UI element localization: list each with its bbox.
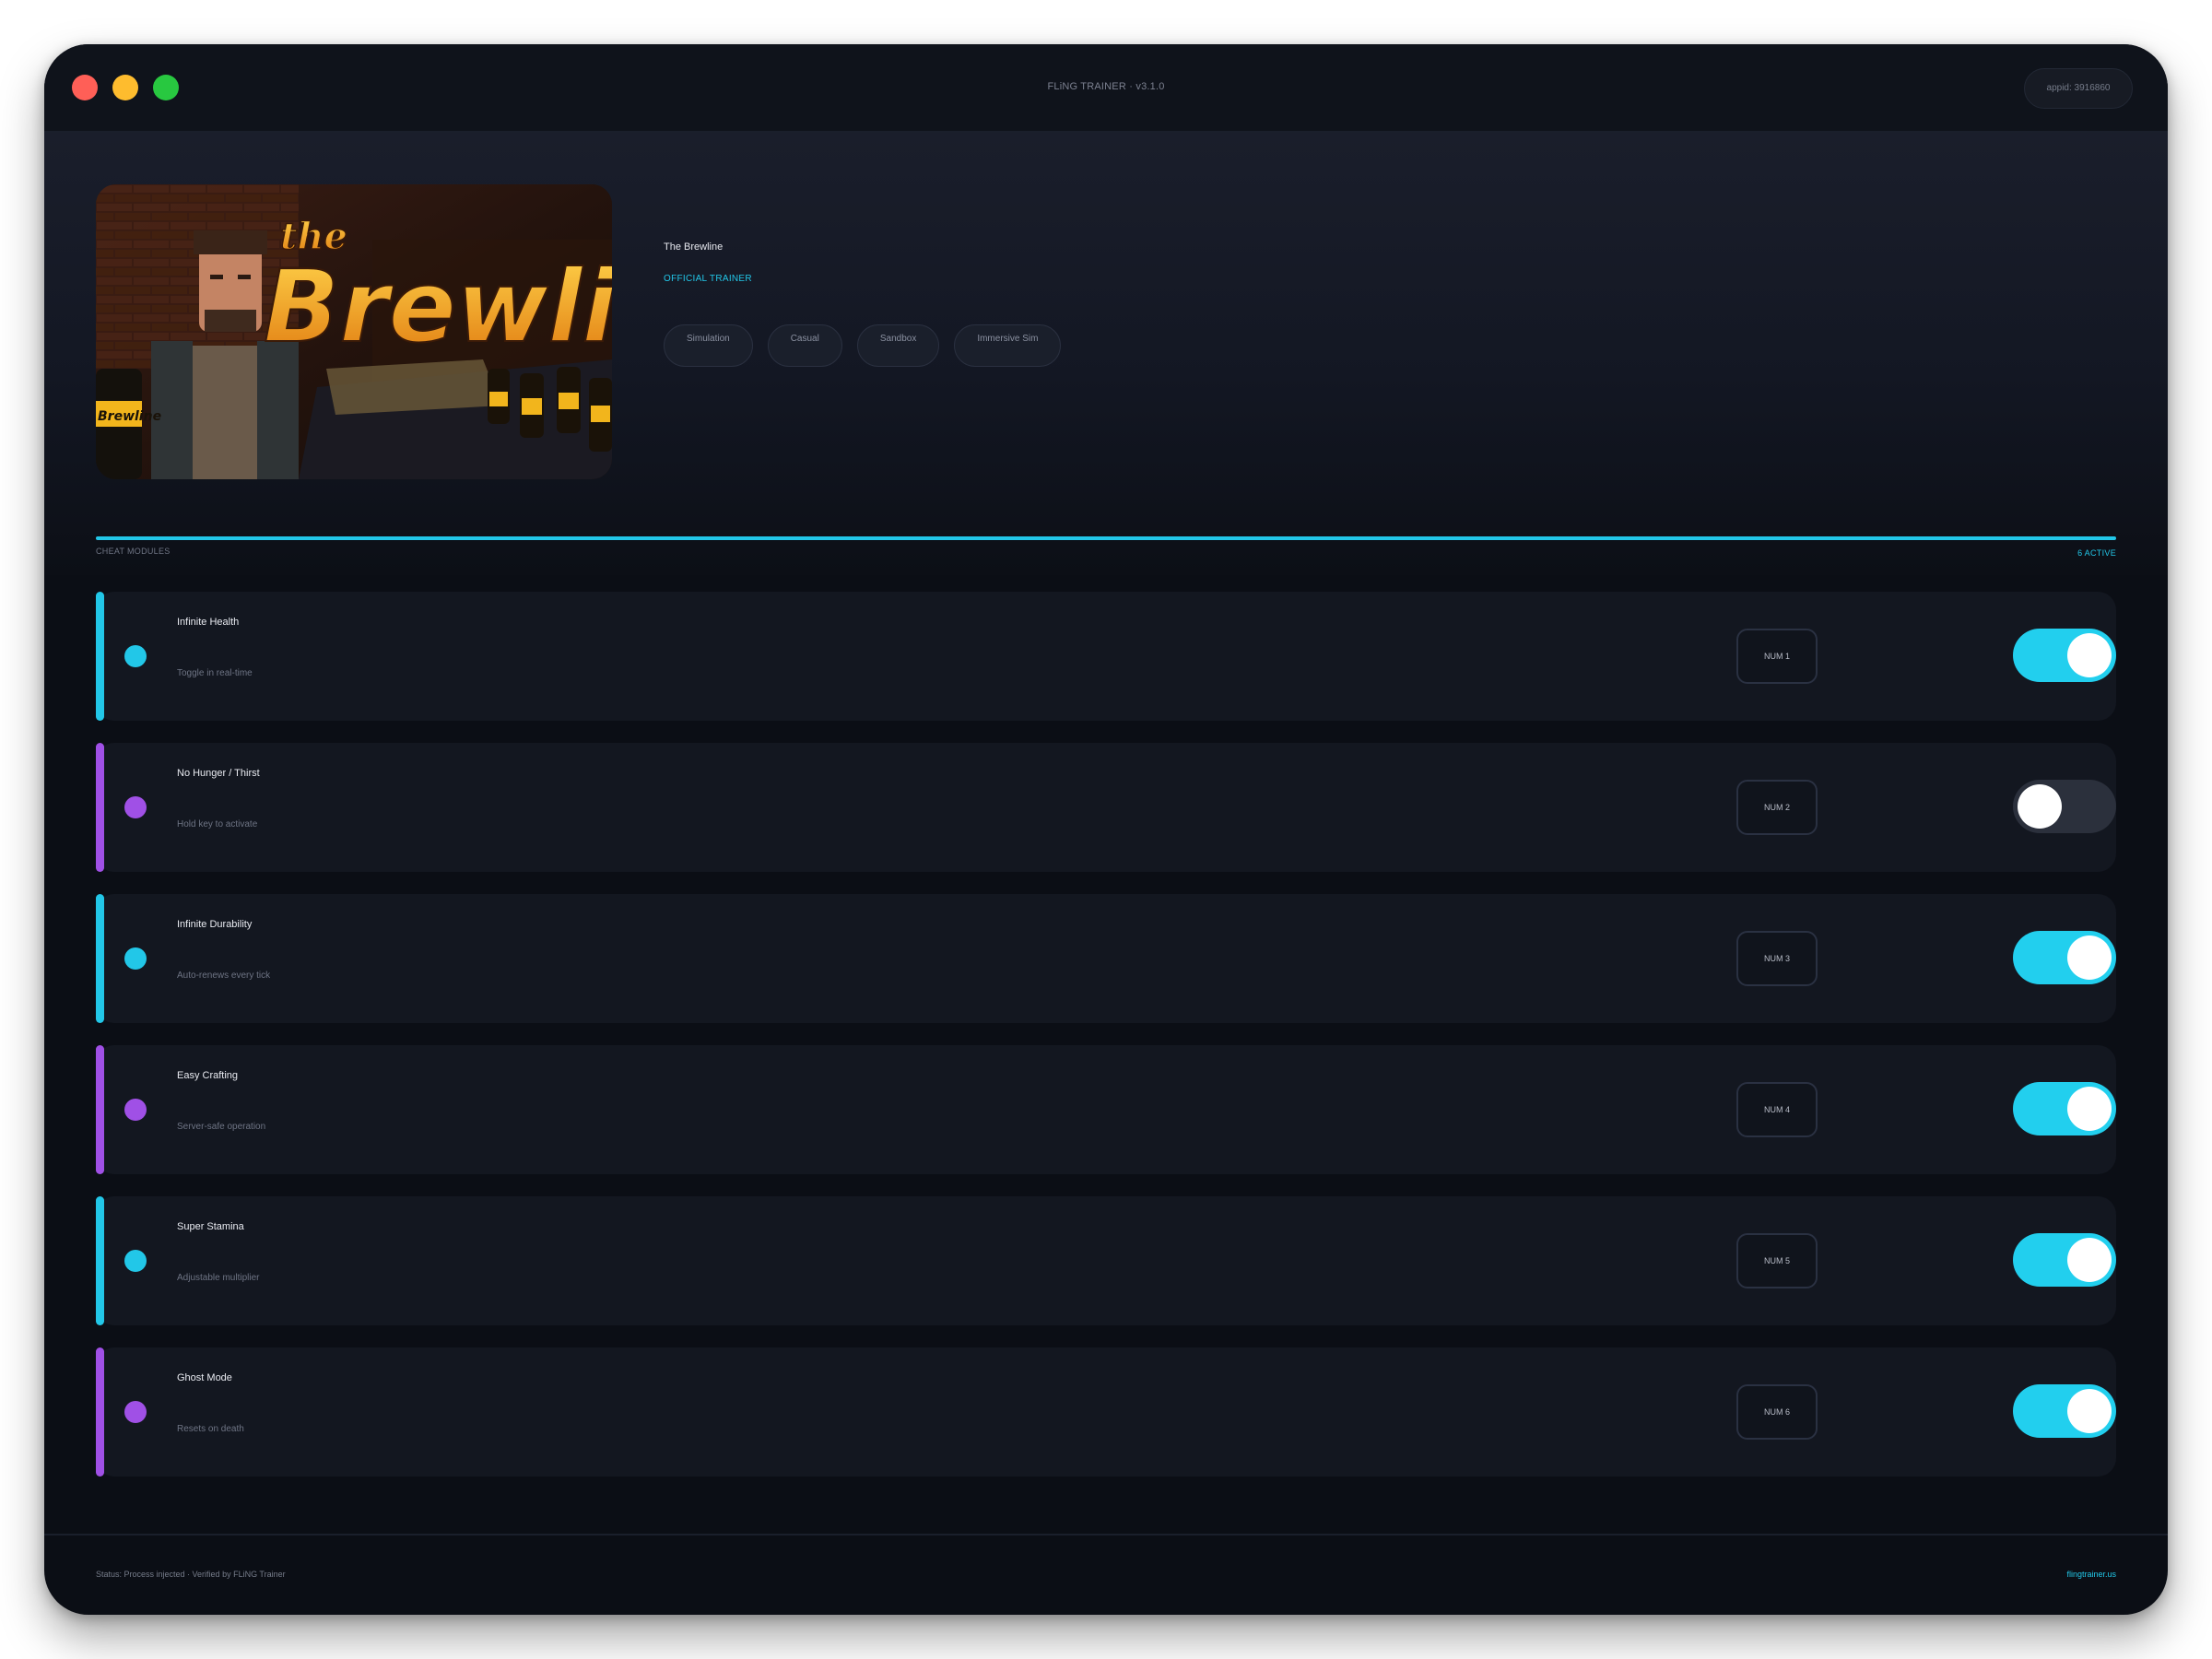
- game-cover-image: Brewline the Brewline: [96, 184, 612, 479]
- toggle-knob: [2018, 784, 2062, 829]
- hotkey-button[interactable]: NUM 6: [1736, 1384, 1818, 1440]
- trainer-window: FLiNG TRAINER · v3.1.0 appid: 3916860 Br…: [44, 44, 2168, 1615]
- cheat-toggle[interactable]: [2013, 629, 2116, 682]
- status-dot: [124, 1401, 147, 1423]
- toggle-knob: [2067, 1238, 2112, 1282]
- cheat-description: Resets on death: [177, 1424, 244, 1434]
- cheat-name: Super Stamina: [177, 1221, 244, 1232]
- cheat-description: Auto-renews every tick: [177, 971, 271, 981]
- status-text: Status: Process injected · Verified by F…: [96, 1570, 286, 1579]
- cheat-toggle[interactable]: [2013, 1082, 2116, 1135]
- tag-simulation[interactable]: Simulation: [664, 324, 753, 367]
- row-accent-bar: [96, 1196, 104, 1325]
- cheat-row-no-hunger-thirst: No Hunger / Thirst Hold key to activate …: [96, 743, 2116, 872]
- status-dot: [124, 796, 147, 818]
- cheat-list: Infinite Health Toggle in real-time NUM …: [96, 592, 2116, 1499]
- cheat-toggle[interactable]: [2013, 780, 2116, 833]
- cheat-name: Infinite Durability: [177, 919, 253, 930]
- status-footer: Status: Process injected · Verified by F…: [44, 1534, 2168, 1615]
- status-dot: [124, 1099, 147, 1121]
- tag-sandbox[interactable]: Sandbox: [856, 324, 940, 367]
- active-count: 6 ACTIVE: [2077, 548, 2116, 558]
- row-accent-bar: [96, 743, 104, 872]
- row-accent-bar: [96, 894, 104, 1023]
- cheat-row-infinite-durability: Infinite Durability Auto-renews every ti…: [96, 894, 2116, 1023]
- status-dot: [124, 947, 147, 970]
- toggle-knob: [2067, 633, 2112, 677]
- cheat-description: Hold key to activate: [177, 819, 258, 830]
- appid-badge: appid: 3916860: [2024, 68, 2133, 109]
- status-dot: [124, 1250, 147, 1272]
- hotkey-button[interactable]: NUM 1: [1736, 629, 1818, 684]
- row-accent-bar: [96, 592, 104, 721]
- hotkey-button[interactable]: NUM 2: [1736, 780, 1818, 835]
- cheat-description: Toggle in real-time: [177, 668, 253, 678]
- game-cover-art: Brewline the Brewline: [96, 184, 612, 479]
- toggle-knob: [2067, 1087, 2112, 1131]
- cheat-toggle[interactable]: [2013, 931, 2116, 984]
- title-bar: FLiNG TRAINER · v3.1.0 appid: 3916860: [44, 44, 2168, 133]
- genre-tags: Simulation Casual Sandbox Immersive Sim: [664, 324, 1062, 367]
- cheat-row-ghost-mode: Ghost Mode Resets on death NUM 6: [96, 1347, 2116, 1477]
- game-header: Brewline the Brewline The Brewline OFFIC…: [44, 133, 2168, 575]
- toggle-knob: [2067, 935, 2112, 980]
- cheat-description: Server-safe operation: [177, 1122, 266, 1132]
- official-trainer-badge: OFFICIAL TRAINER: [664, 274, 752, 284]
- cheat-description: Adjustable multiplier: [177, 1273, 260, 1283]
- toggle-knob: [2067, 1389, 2112, 1433]
- row-accent-bar: [96, 1045, 104, 1174]
- cheat-toggle[interactable]: [2013, 1233, 2116, 1287]
- section-divider: [96, 536, 2116, 540]
- cheat-name: No Hunger / Thirst: [177, 768, 260, 779]
- cheat-toggle[interactable]: [2013, 1384, 2116, 1438]
- window-title: FLiNG TRAINER · v3.1.0: [1047, 81, 1165, 92]
- svg-text:Brewline: Brewline: [98, 409, 161, 424]
- row-accent-bar: [96, 1347, 104, 1477]
- cheat-row-infinite-health: Infinite Health Toggle in real-time NUM …: [96, 592, 2116, 721]
- cheat-name: Infinite Health: [177, 617, 240, 628]
- hotkey-button[interactable]: NUM 4: [1736, 1082, 1818, 1137]
- tag-casual[interactable]: Casual: [767, 324, 842, 367]
- tag-immersive-sim[interactable]: Immersive Sim: [954, 324, 1062, 367]
- cheat-row-easy-crafting: Easy Crafting Server-safe operation NUM …: [96, 1045, 2116, 1174]
- cheat-name: Ghost Mode: [177, 1372, 232, 1383]
- cheat-row-super-stamina: Super Stamina Adjustable multiplier NUM …: [96, 1196, 2116, 1325]
- hotkey-button[interactable]: NUM 3: [1736, 931, 1818, 986]
- section-label: CHEAT MODULES: [96, 547, 171, 556]
- svg-text:Brewline: Brewline: [264, 250, 612, 365]
- status-dot: [124, 645, 147, 667]
- hotkey-button[interactable]: NUM 5: [1736, 1233, 1818, 1288]
- website-link[interactable]: flingtrainer.us: [2066, 1570, 2116, 1579]
- game-title: The Brewline: [664, 241, 724, 253]
- cheat-name: Easy Crafting: [177, 1070, 239, 1081]
